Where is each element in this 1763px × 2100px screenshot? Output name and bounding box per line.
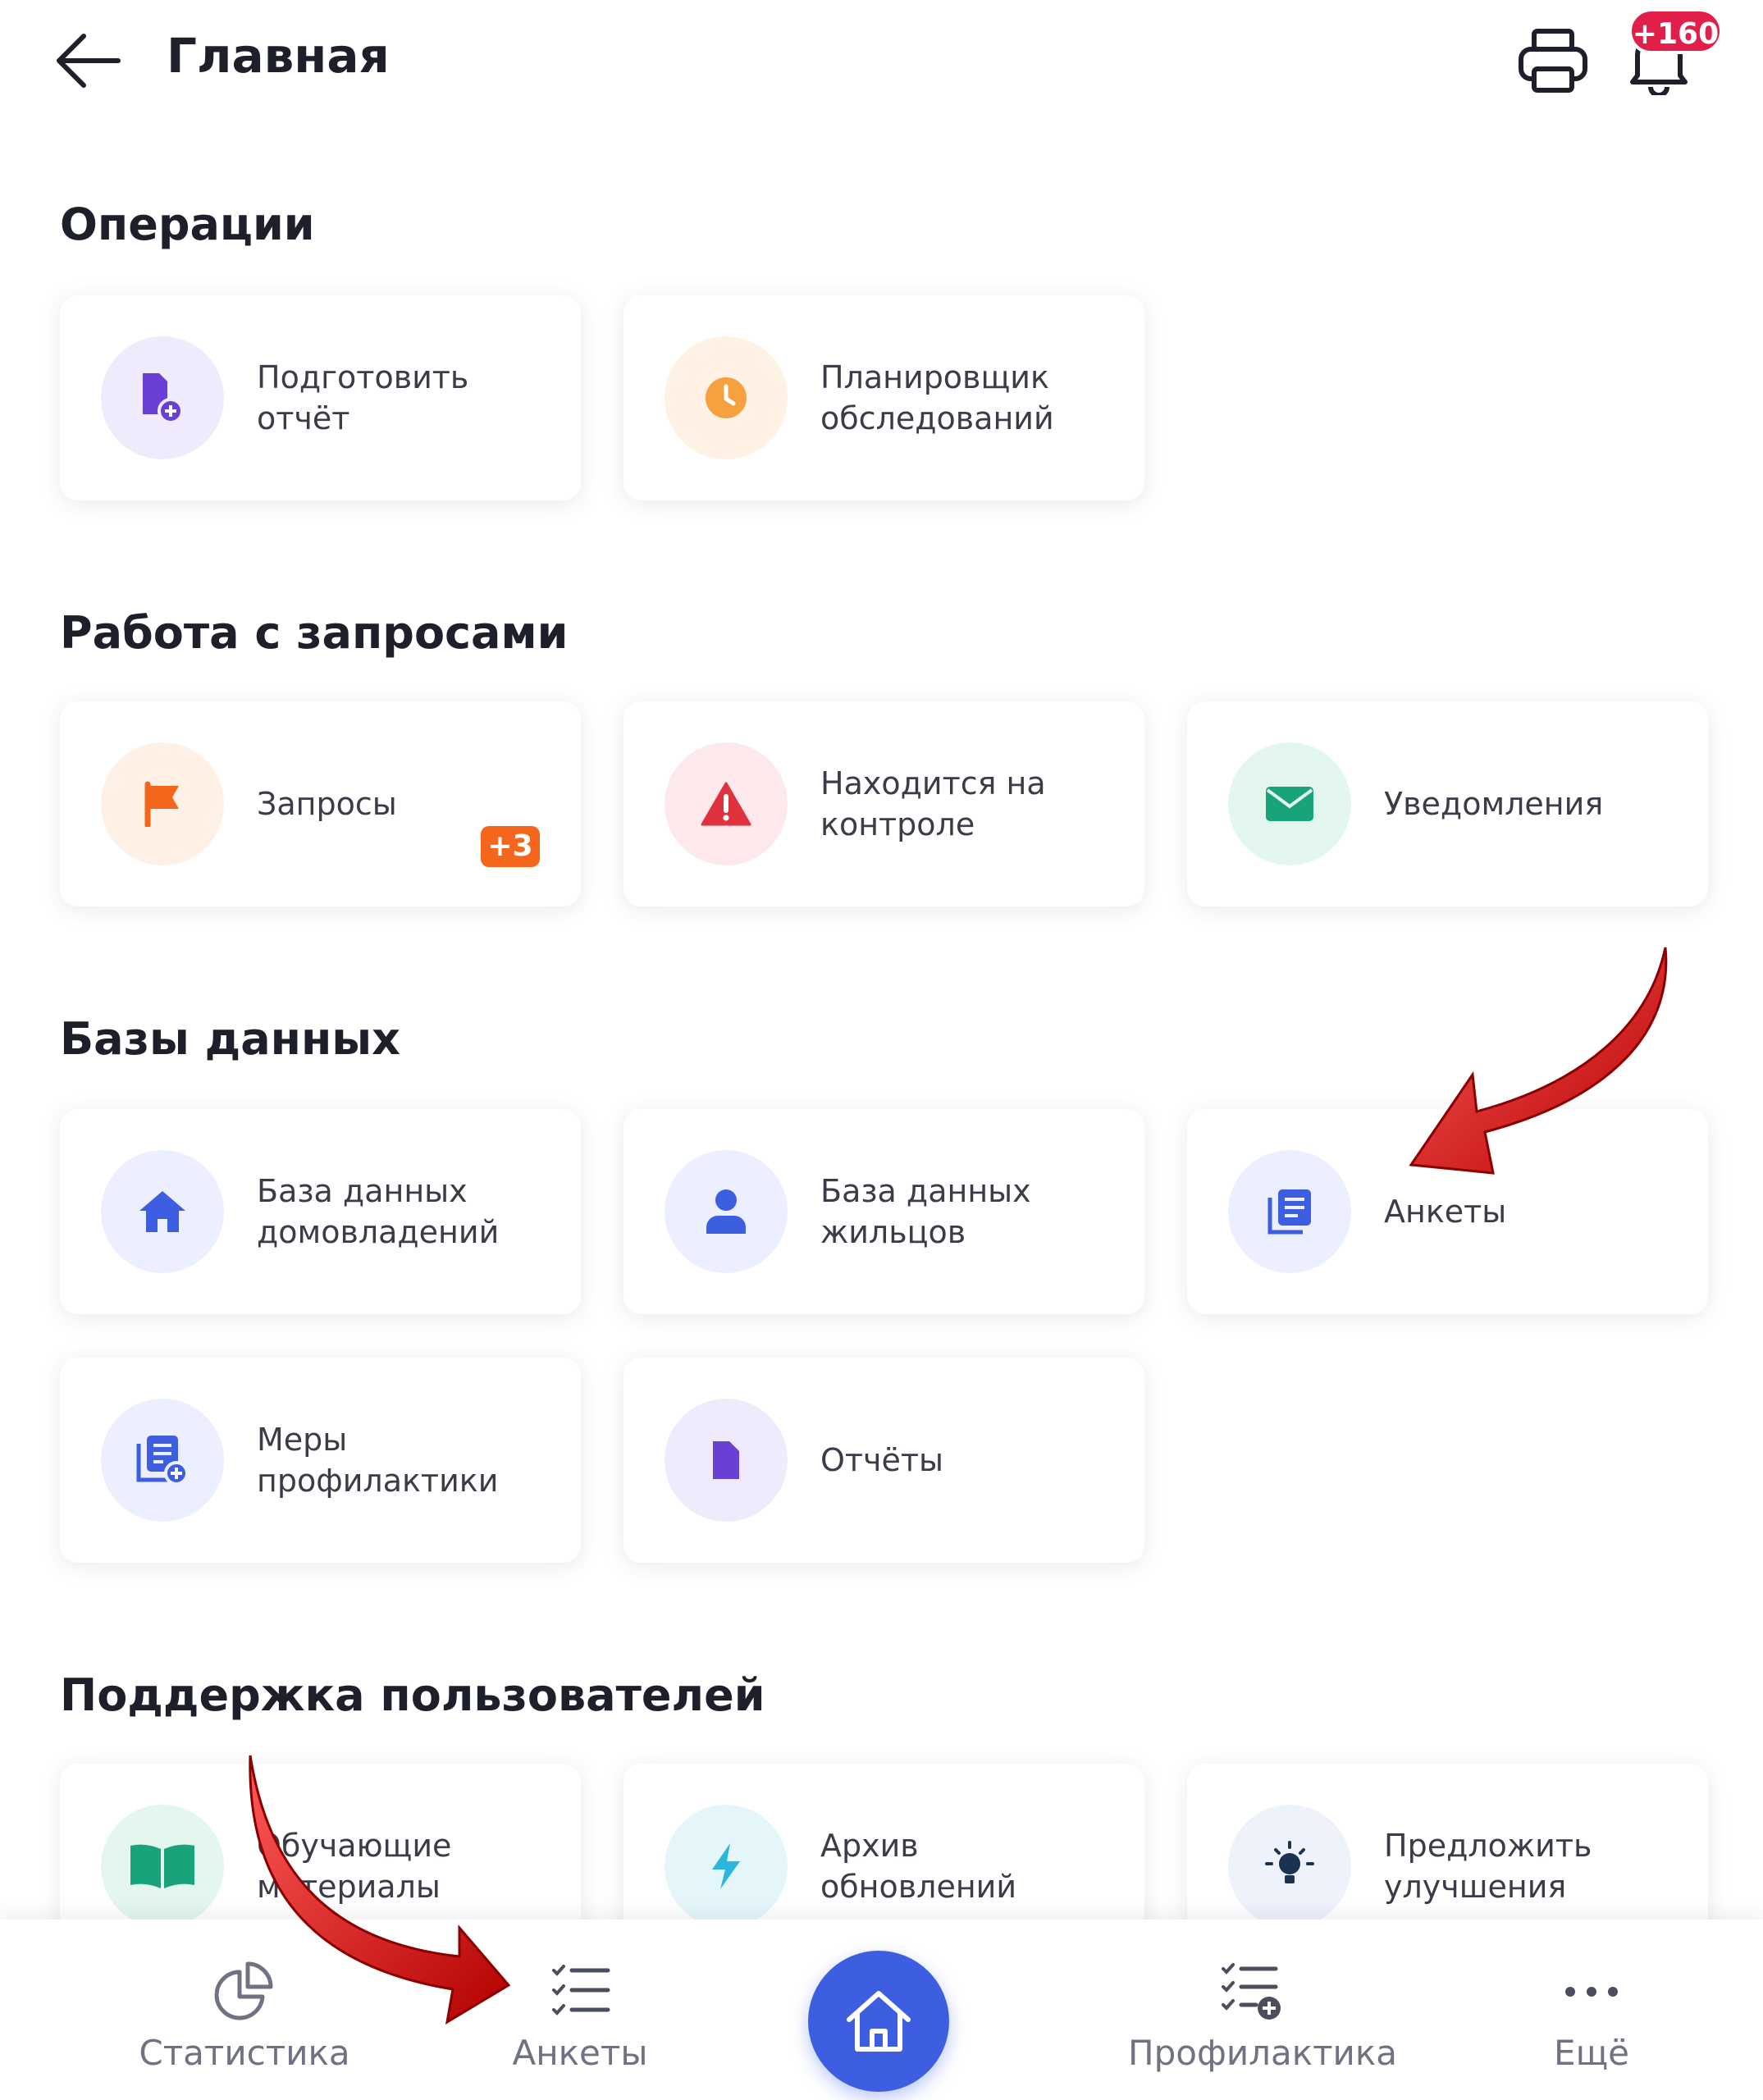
nav-more[interactable]: Ещё xyxy=(1468,1920,1715,2100)
file-icon xyxy=(665,1399,788,1522)
card-label: Меры профилактики xyxy=(257,1422,499,1499)
house-icon xyxy=(101,1150,224,1273)
card-label: Планировщик обследований xyxy=(820,359,1054,436)
book-icon xyxy=(101,1805,224,1928)
more-icon xyxy=(1565,1987,1618,1997)
section-title-requests: Работа с запросами xyxy=(60,607,569,659)
notification-badge: +160 xyxy=(1628,8,1723,54)
nav-label: Анкеты xyxy=(512,2033,648,2073)
section-title-operations: Операции xyxy=(60,199,315,250)
envelope-icon xyxy=(1228,742,1351,865)
forms-icon xyxy=(1228,1150,1351,1273)
warning-icon xyxy=(665,742,788,865)
back-arrow-icon[interactable] xyxy=(51,30,125,92)
card-label: Уведомления xyxy=(1384,786,1604,822)
lightbulb-icon xyxy=(1228,1805,1351,1928)
card-label: Находится на контроле xyxy=(820,765,1046,842)
nav-label: Профилактика xyxy=(1128,2033,1397,2073)
card-requests[interactable]: Запросы +3 xyxy=(60,701,581,906)
home-icon xyxy=(847,1991,911,2052)
home-button[interactable] xyxy=(808,1951,949,2092)
lightning-icon xyxy=(665,1805,788,1928)
card-households-db[interactable]: База данных домовладений xyxy=(60,1109,581,1314)
person-icon xyxy=(665,1150,788,1273)
nav-prevention[interactable]: Профилактика xyxy=(1128,1920,1397,2100)
card-label: Подготовить отчёт xyxy=(257,359,469,436)
card-label: Анкеты xyxy=(1384,1194,1507,1230)
card-prepare-report[interactable]: Подготовить отчёт xyxy=(60,295,581,500)
card-label: База данных жильцов xyxy=(820,1173,1031,1250)
card-survey-planner[interactable]: Планировщик обследований xyxy=(623,295,1144,500)
list-add-icon xyxy=(101,1399,224,1522)
card-under-control[interactable]: Находится на контроле xyxy=(623,701,1144,906)
nav-forms[interactable]: Анкеты xyxy=(457,1920,703,2100)
nav-label: Статистика xyxy=(139,2033,350,2073)
card-label: База данных домовладений xyxy=(257,1173,500,1250)
card-label: Запросы xyxy=(257,786,397,822)
app-header: Главная +160 xyxy=(0,0,1763,123)
pie-chart-icon xyxy=(214,1961,273,2020)
card-label: Отчёты xyxy=(820,1442,944,1478)
section-title-support: Поддержка пользователей xyxy=(60,1669,765,1721)
nav-label: Ещё xyxy=(1554,2033,1629,2073)
card-prevention-measures[interactable]: Меры профилактики xyxy=(60,1358,581,1563)
card-forms[interactable]: Анкеты xyxy=(1187,1109,1708,1314)
requests-count-badge: +3 xyxy=(481,826,540,867)
flag-icon xyxy=(101,742,224,865)
checklist-add-icon xyxy=(1222,1963,1281,2020)
checklist-icon xyxy=(552,1965,610,2016)
card-notifications[interactable]: Уведомления xyxy=(1187,701,1708,906)
card-residents-db[interactable]: База данных жильцов xyxy=(623,1109,1144,1314)
document-add-icon xyxy=(101,336,224,459)
clock-icon xyxy=(665,336,788,459)
nav-statistics[interactable]: Статистика xyxy=(121,1920,368,2100)
card-reports[interactable]: Отчёты xyxy=(623,1358,1144,1563)
page-title: Главная xyxy=(167,28,390,84)
printer-icon[interactable] xyxy=(1516,26,1590,95)
section-title-databases: Базы данных xyxy=(60,1013,400,1065)
